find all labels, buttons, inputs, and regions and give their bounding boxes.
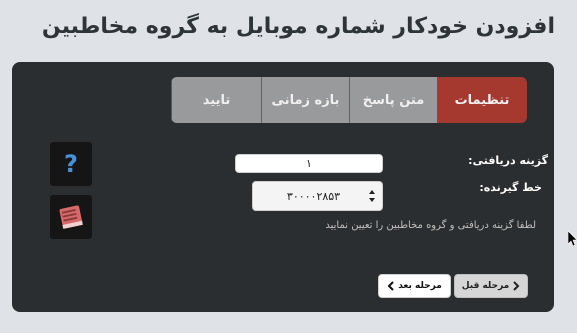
prev-label: مرحله قبل <box>461 281 510 291</box>
line-select[interactable]: ۳۰۰۰۰۲۸۵۳ <box>252 181 383 211</box>
next-label: مرحله بعد <box>398 281 442 291</box>
svg-text:?: ? <box>64 150 78 178</box>
book-icon <box>59 205 83 229</box>
prev-step-button[interactable]: مرحله قبل <box>454 274 528 298</box>
chevron-right-icon <box>513 281 520 291</box>
mouse-cursor-icon <box>568 231 577 247</box>
question-icon: ? <box>64 150 78 178</box>
chevron-left-icon <box>387 281 394 291</box>
tab-settings[interactable]: تنظیمات <box>437 77 527 123</box>
tab-confirm[interactable]: تایید <box>171 77 261 123</box>
tab-time-range[interactable]: بازه زمانی <box>261 77 349 123</box>
option-label: گزینه دریافتی: <box>468 154 548 167</box>
wizard-panel: تنظیمات متن پاسخ بازه زمانی تایید ? گزین… <box>12 62 554 312</box>
line-select-value: ۳۰۰۰۰۲۸۵۳ <box>286 190 341 203</box>
next-step-button[interactable]: مرحله بعد <box>378 274 451 298</box>
help-button[interactable]: ? <box>50 142 92 186</box>
guide-button[interactable] <box>50 195 92 239</box>
page-title: افزودن خودکار شماره موبایل به گروه مخاطب… <box>41 14 555 39</box>
select-arrows-icon <box>369 190 375 202</box>
option-input[interactable] <box>235 154 383 173</box>
line-label: خط گیرنده: <box>479 181 542 194</box>
wizard-tabs: تنظیمات متن پاسخ بازه زمانی تایید <box>171 77 527 123</box>
form-hint: لطفا گزینه دریافتی و گروه مخاطبین را تعی… <box>325 220 536 231</box>
tab-response-text[interactable]: متن پاسخ <box>349 77 437 123</box>
